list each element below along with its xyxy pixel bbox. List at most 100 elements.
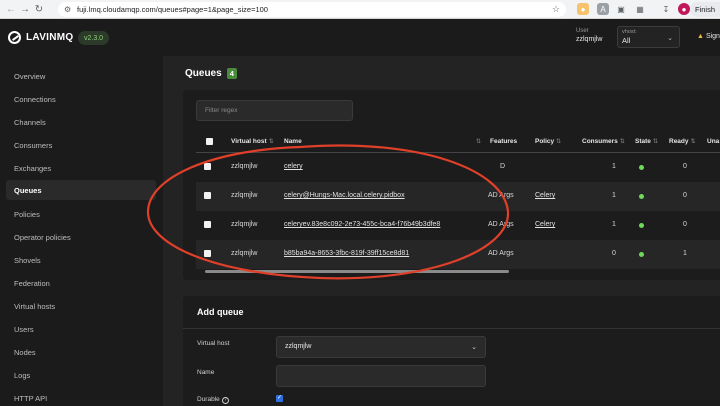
sidebar-item-http-api[interactable]: HTTP API (6, 388, 156, 406)
column-name[interactable]: Name (284, 138, 302, 145)
queue-name-link[interactable]: celeryev.83e8c092-2e73-455c-bca4-f76b49b… (284, 221, 440, 228)
translate-extension-icon[interactable]: ● (577, 3, 589, 15)
forward-icon[interactable]: → (18, 4, 32, 15)
queue-count-badge: 4 (226, 68, 237, 79)
page-title-text: Queues (185, 68, 222, 79)
download-icon[interactable]: ↧ (660, 3, 672, 15)
help-icon[interactable]: ? (221, 397, 229, 404)
queue-name-link[interactable]: celery (284, 163, 303, 170)
durable-checkbox[interactable]: ✓ (276, 395, 283, 402)
sign-out-button[interactable]: ▲ Sign (697, 33, 720, 40)
extensions-puzzle-icon[interactable]: ▦ (634, 3, 646, 15)
sidebar: Overview Connections Channels Consumers … (0, 56, 163, 406)
add-queue-divider (183, 328, 720, 329)
column-virtual-host[interactable]: Virtual host ⇅ (231, 138, 274, 145)
durable-label-text: Durable (197, 396, 220, 403)
table-row[interactable]: zzlqmjlw celery D 1 0 (196, 153, 720, 182)
sort-icon: ⇅ (690, 139, 696, 145)
column-features: Features (490, 138, 518, 145)
bookmark-star-icon[interactable]: ☆ (552, 4, 560, 15)
sidebar-item-policies[interactable]: Policies (6, 204, 156, 224)
column-state-label: State (635, 138, 651, 145)
reload-icon[interactable]: ↻ (32, 4, 46, 15)
vhost-field-label: Virtual host (197, 340, 230, 347)
sign-out-label: Sign (705, 33, 720, 40)
row-checkbox[interactable] (204, 221, 211, 228)
column-policy[interactable]: Policy ⇅ (535, 138, 561, 145)
row-consumers: 1 (612, 163, 616, 170)
name-field-label: Name (197, 369, 215, 376)
row-vhost: zzlqmjlw (231, 221, 258, 228)
profile-button[interactable]: Finish (690, 2, 720, 17)
page-title: Queues 4 (185, 68, 237, 79)
sidebar-item-exchanges[interactable]: Exchanges (6, 158, 156, 178)
table-row[interactable]: zzlqmjlw b85ba94a-8653-3fbc-819f-39ff15c… (196, 240, 720, 269)
chevron-down-icon: ⌄ (471, 344, 477, 351)
queue-name-link[interactable]: b85ba94a-8653-3fbc-819f-39ff15ce8d81 (284, 250, 409, 257)
select-all-checkbox[interactable] (206, 138, 213, 145)
table-row[interactable]: zzlqmjlw celeryev.83e8c092-2e73-455c-bca… (196, 211, 720, 240)
row-features: D (500, 163, 506, 170)
lavinmq-logo[interactable]: LAVINMQ (8, 31, 73, 44)
row-policy-link[interactable]: Celery (535, 192, 555, 199)
row-consumers: 0 (612, 250, 616, 257)
queue-name-link[interactable]: celery@Hungs-Mac.local.celery.pidbox (284, 192, 405, 199)
row-ready: 0 (683, 163, 687, 170)
vhost-field-value: zzlqmjlw (285, 343, 312, 350)
queue-name-input[interactable] (276, 365, 486, 387)
row-features: AD Args (488, 250, 514, 257)
row-checkbox[interactable] (204, 192, 211, 199)
user-label: User (576, 28, 589, 34)
site-info-icon[interactable]: ⚙ (64, 5, 74, 14)
vhost-field-select[interactable]: zzlqmjlw ⌄ (276, 336, 486, 358)
main-content: Queues 4 Filter regex * Virtual host⇅ Na… (163, 56, 720, 406)
row-vhost: zzlqmjlw (231, 163, 258, 170)
vhost-select[interactable]: vhost: All ⌄ (617, 26, 680, 48)
sort-icon: ⇅ (556, 139, 562, 145)
row-vhost: zzlqmjlw (231, 192, 258, 199)
row-consumers: 1 (612, 192, 616, 199)
column-virtual-host-label: Virtual host (231, 138, 267, 145)
sidebar-item-users[interactable]: Users (6, 319, 156, 339)
sidebar-item-shovels[interactable]: Shovels (6, 250, 156, 270)
filter-regex-input[interactable]: Filter regex (196, 100, 353, 121)
row-checkbox[interactable] (204, 250, 211, 257)
sort-icon[interactable]: ⇅ (476, 138, 481, 145)
column-ready[interactable]: Ready ⇅ (669, 138, 696, 145)
browser-toolbar: ← → ↻ ⚙ fuji.lmq.cloudamqp.com/queues#pa… (0, 0, 720, 19)
sort-icon: ⇅ (268, 139, 274, 145)
sidebar-item-nodes[interactable]: Nodes (6, 342, 156, 362)
back-icon[interactable]: ← (4, 4, 18, 15)
row-ready: 1 (683, 250, 687, 257)
reader-extension-icon[interactable]: A (597, 3, 609, 15)
app-header: LAVINMQ v2.3.0 User zzlqmjlw vhost: All … (0, 19, 720, 56)
address-bar[interactable]: ⚙ fuji.lmq.cloudamqp.com/queues#page=1&p… (58, 2, 566, 17)
sidebar-item-overview[interactable]: Overview (6, 66, 156, 86)
column-policy-label: Policy (535, 138, 555, 145)
sidebar-item-channels[interactable]: Channels (6, 112, 156, 132)
camera-extension-icon[interactable]: ▣ (615, 3, 627, 15)
column-ready-label: Ready (669, 138, 689, 145)
add-queue-title: Add queue (197, 307, 244, 317)
sidebar-item-virtual-hosts[interactable]: Virtual hosts (6, 296, 156, 316)
table-header: Virtual host ⇅ Name ⇅ Features Policy ⇅ Co… (196, 135, 720, 153)
column-consumers[interactable]: Consumers ⇅ (582, 138, 625, 145)
sidebar-item-connections[interactable]: Connections (6, 89, 156, 109)
column-state[interactable]: State ⇅ (635, 138, 658, 145)
sidebar-item-federation[interactable]: Federation (6, 273, 156, 293)
column-unacked[interactable]: Una (707, 138, 719, 145)
sidebar-item-consumers[interactable]: Consumers (6, 135, 156, 155)
row-policy-link[interactable]: Celery (535, 221, 555, 228)
row-consumers: 1 (612, 221, 616, 228)
state-running-icon (639, 223, 644, 228)
add-queue-card: Add queue Virtual host zzlqmjlw ⌄ Name D… (183, 296, 720, 406)
row-checkbox[interactable] (204, 163, 211, 170)
profile-avatar-icon[interactable]: ● (678, 3, 690, 15)
sidebar-item-logs[interactable]: Logs (6, 365, 156, 385)
table-row[interactable]: zzlqmjlw celery@Hungs-Mac.local.celery.p… (196, 182, 720, 211)
sidebar-item-queues[interactable]: Queues (6, 180, 156, 200)
sidebar-item-operator-policies[interactable]: Operator policies (6, 227, 156, 247)
logo-mark-icon (8, 31, 21, 44)
sort-icon: ⇅ (652, 139, 658, 145)
horizontal-scrollbar[interactable] (205, 270, 509, 273)
